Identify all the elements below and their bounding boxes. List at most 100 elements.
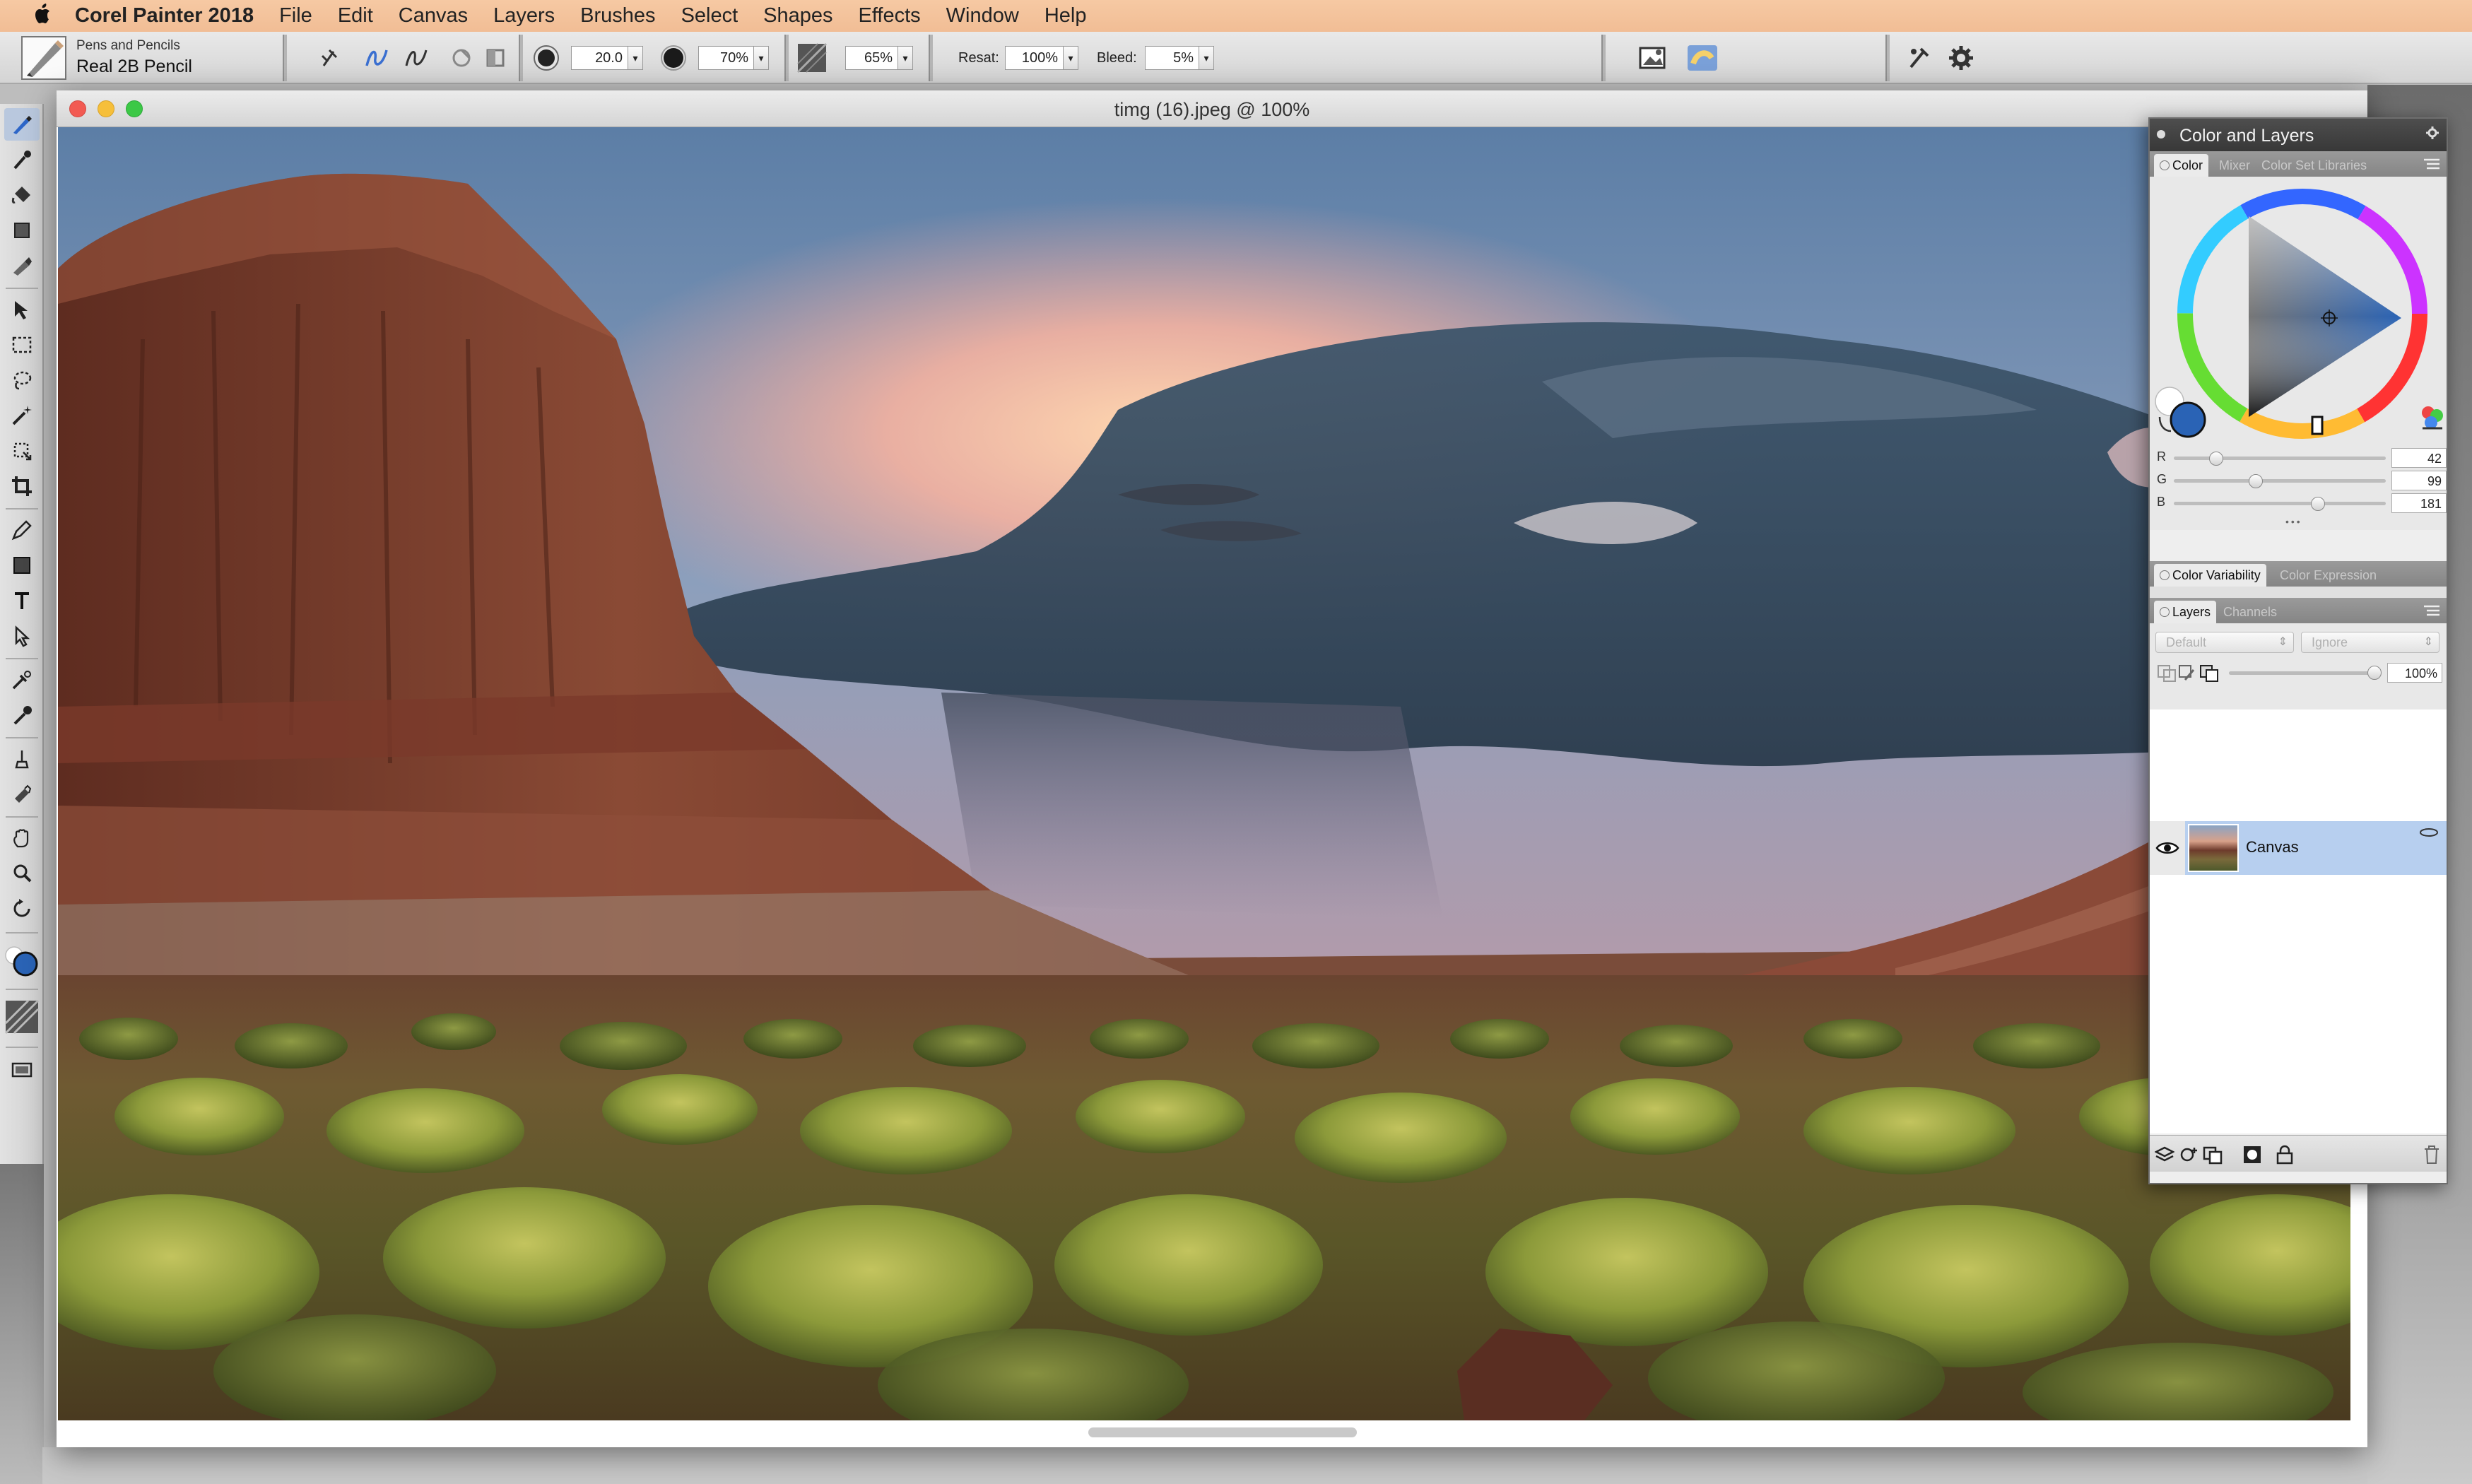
menu-shapes[interactable]: Shapes	[751, 4, 845, 28]
grain-field[interactable]: 65%	[845, 46, 899, 70]
menu-edit[interactable]: Edit	[325, 4, 386, 28]
panel-close-dot[interactable]	[2157, 130, 2165, 139]
rect-select-tool[interactable]	[4, 329, 40, 361]
document-titlebar[interactable]: timg (16).jpeg @ 100%	[57, 90, 2367, 127]
brush-variant-label[interactable]: Real 2B Pencil	[76, 57, 192, 77]
tab-color-expression[interactable]: Color Expression	[2274, 564, 2382, 587]
selection-adjuster-tool[interactable]	[4, 620, 40, 652]
hue-ring-handle[interactable]	[2311, 416, 2324, 435]
layer-row-canvas[interactable]: Canvas	[2150, 821, 2447, 875]
resat-dropdown[interactable]: ▾	[1063, 46, 1078, 70]
bleed-field[interactable]: 5%	[1145, 46, 1200, 70]
layer-adjuster-tool[interactable]	[4, 293, 40, 326]
opacity-field[interactable]: 70%	[698, 46, 755, 70]
eraser-tool[interactable]	[4, 214, 40, 247]
layer-mask-mode-button[interactable]	[2199, 663, 2220, 686]
panel-options-button[interactable]	[2425, 126, 2439, 143]
dynamic-plugins-button[interactable]	[2178, 1144, 2199, 1165]
burn-tool[interactable]	[4, 778, 40, 811]
lock-layer-button[interactable]	[2274, 1144, 2295, 1165]
crop-tool[interactable]	[4, 470, 40, 502]
dodge-tool[interactable]	[4, 743, 40, 775]
opacity-dropdown[interactable]: ▾	[753, 46, 769, 70]
horizontal-scrollbar[interactable]	[1088, 1427, 1357, 1437]
delete-layer-button[interactable]	[2421, 1144, 2442, 1165]
red-slider-track[interactable]	[2174, 457, 2386, 460]
bleed-dropdown[interactable]: ▾	[1199, 46, 1214, 70]
panel-menu-button[interactable]	[2423, 155, 2441, 176]
layers-menu-button[interactable]	[2423, 602, 2441, 623]
swap-colors-icon[interactable]	[2158, 416, 2172, 432]
text-tool[interactable]	[4, 584, 40, 617]
green-value-field[interactable]: 99	[2391, 471, 2447, 490]
dab-preview-button[interactable]	[479, 42, 512, 74]
lasso-tool[interactable]	[4, 364, 40, 396]
close-tab-icon[interactable]	[2160, 607, 2170, 617]
color-wheel[interactable]	[2150, 177, 2449, 445]
rotate-page-tool[interactable]	[4, 893, 40, 925]
screen-mode-toggle[interactable]	[4, 1054, 40, 1086]
reset-tool-button[interactable]	[315, 42, 348, 74]
green-slider-track[interactable]	[2174, 479, 2386, 483]
layer-opacity-slider-track[interactable]	[2229, 671, 2370, 675]
blue-slider-track[interactable]	[2174, 502, 2386, 505]
drawing-canvas[interactable]	[58, 127, 2350, 1420]
pen-tool[interactable]	[4, 514, 40, 546]
layer-visibility-toggle[interactable]	[2150, 821, 2185, 875]
close-tab-icon[interactable]	[2160, 570, 2170, 580]
main-color-swatch[interactable]	[2170, 401, 2206, 438]
color-picker-icon[interactable]	[2422, 406, 2443, 430]
pick-up-underlying-color-button[interactable]	[2178, 663, 2199, 686]
panel-header[interactable]: Color and Layers	[2150, 119, 2447, 151]
brush-size-dropdown[interactable]: ▾	[628, 46, 643, 70]
brush-controls-button[interactable]	[1904, 42, 1936, 74]
apple-menu[interactable]	[27, 0, 59, 32]
paint-bucket-tool[interactable]	[4, 179, 40, 211]
red-slider-thumb[interactable]	[2209, 452, 2223, 466]
paper-selector[interactable]	[4, 997, 40, 1037]
image-portfolio-button[interactable]	[1637, 42, 1669, 74]
menu-layers[interactable]: Layers	[481, 4, 567, 28]
layer-opacity-slider-thumb[interactable]	[2367, 666, 2382, 680]
menu-canvas[interactable]: Canvas	[386, 4, 481, 28]
shape-tool[interactable]	[4, 549, 40, 582]
dropper-tool[interactable]	[4, 143, 40, 176]
menu-effects[interactable]: Effects	[846, 4, 934, 28]
tab-channels[interactable]: Channels	[2218, 601, 2283, 623]
menu-select[interactable]: Select	[669, 4, 751, 28]
straight-stroke-button[interactable]	[400, 42, 432, 74]
tab-color-set-libraries[interactable]: Color Set Libraries	[2256, 154, 2372, 177]
mixer-palette-button[interactable]	[1686, 42, 1719, 74]
panel-resize-grip[interactable]: •••	[2285, 516, 2314, 527]
preserve-transparency-button[interactable]	[2157, 663, 2178, 686]
main-color-swatch[interactable]	[4, 942, 40, 982]
preferences-button[interactable]	[1945, 42, 1977, 74]
new-layer-button[interactable]	[2202, 1144, 2223, 1165]
layer-commands-button[interactable]	[2154, 1144, 2175, 1165]
stroke-attributes-button[interactable]	[445, 42, 478, 74]
cloner-tool[interactable]	[4, 664, 40, 696]
magic-wand-tool[interactable]	[4, 399, 40, 432]
red-value-field[interactable]: 42	[2391, 448, 2447, 468]
composite-depth-dropdown[interactable]: Ignore ⇕	[2301, 632, 2439, 653]
green-slider-thumb[interactable]	[2249, 474, 2263, 488]
brush-size-field[interactable]: 20.0	[571, 46, 629, 70]
menu-file[interactable]: File	[266, 4, 325, 28]
transform-tool[interactable]	[4, 435, 40, 467]
layer-opacity-field[interactable]: 100%	[2387, 663, 2442, 683]
brush-tool[interactable]	[4, 108, 40, 141]
resat-field[interactable]: 100%	[1005, 46, 1064, 70]
brush-selector[interactable]	[21, 36, 66, 80]
grain-dropdown[interactable]: ▾	[897, 46, 913, 70]
tab-layers[interactable]: Layers	[2154, 601, 2217, 623]
tab-color[interactable]: Color	[2154, 154, 2209, 177]
menu-help[interactable]: Help	[1032, 4, 1100, 28]
create-layer-mask-button[interactable]	[2242, 1144, 2263, 1165]
composite-method-dropdown[interactable]: Default ⇕	[2155, 632, 2294, 653]
blue-slider-thumb[interactable]	[2311, 497, 2325, 511]
tab-color-variability[interactable]: Color Variability	[2154, 564, 2266, 587]
menu-brushes[interactable]: Brushes	[567, 4, 668, 28]
tab-mixer[interactable]: Mixer	[2213, 154, 2256, 177]
app-name-menu[interactable]: Corel Painter 2018	[75, 4, 254, 28]
blue-value-field[interactable]: 181	[2391, 493, 2447, 513]
